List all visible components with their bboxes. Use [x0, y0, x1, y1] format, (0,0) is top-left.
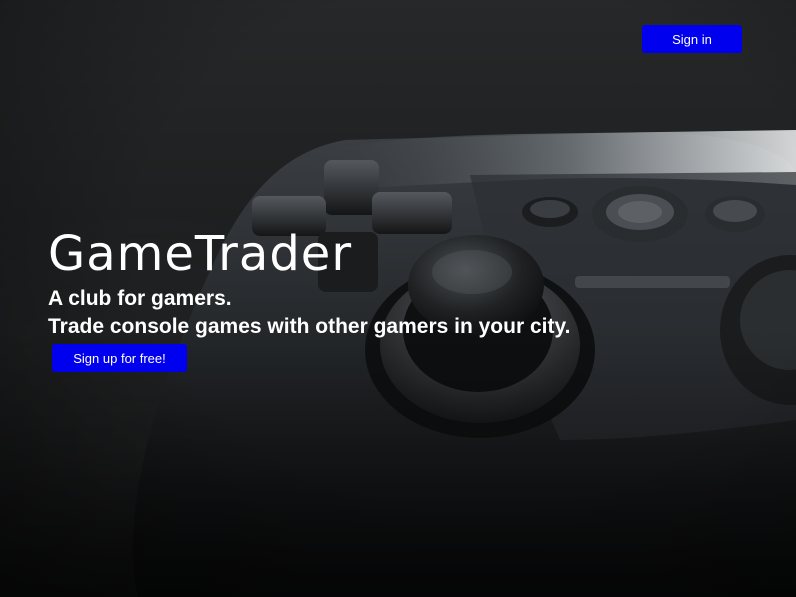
- landing-page: Sign in GameTrader A club for gamers. Tr…: [0, 0, 796, 597]
- sign-up-button[interactable]: Sign up for free!: [52, 344, 187, 372]
- hero-tagline: A club for gamers. Trade console games w…: [48, 285, 570, 341]
- sign-in-button[interactable]: Sign in: [642, 25, 742, 53]
- tagline-line-2: Trade console games with other gamers in…: [48, 315, 571, 338]
- brand-logo-text: GameTrader: [48, 226, 353, 282]
- tagline-line-1: A club for gamers.: [48, 287, 232, 310]
